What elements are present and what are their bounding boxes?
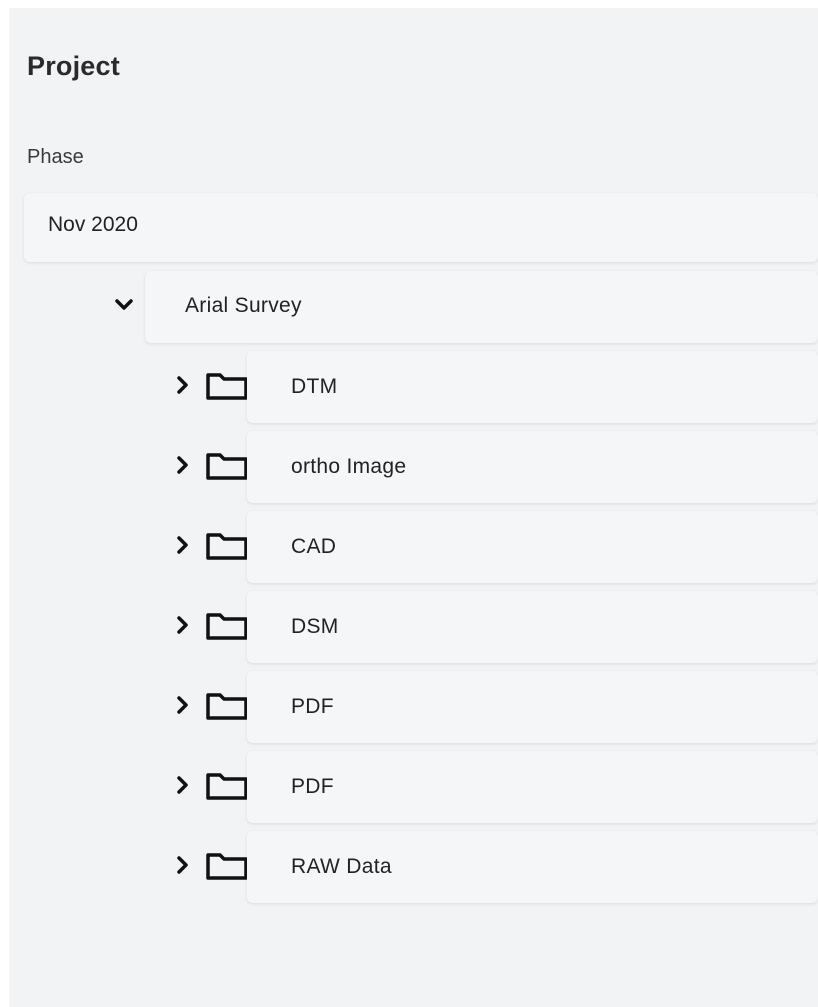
project-panel: Project Phase Nov 2020 Arial Survey DTM … bbox=[9, 8, 818, 1007]
folder-icon bbox=[206, 453, 248, 480]
folder-row[interactable]: PDF bbox=[9, 751, 818, 823]
tree-item-label-box[interactable]: Arial Survey bbox=[145, 271, 818, 343]
folder-label-box[interactable]: DTM bbox=[247, 351, 818, 423]
folder-icon bbox=[206, 773, 248, 800]
folder-label-box[interactable]: ortho Image bbox=[247, 431, 818, 503]
folder-label-box[interactable]: DSM bbox=[247, 591, 818, 663]
chevron-right-icon[interactable] bbox=[173, 694, 193, 716]
chevron-right-icon[interactable] bbox=[173, 534, 193, 556]
folder-row[interactable]: RAW Data bbox=[9, 831, 818, 903]
folder-icon bbox=[206, 613, 248, 640]
folder-row[interactable]: PDF bbox=[9, 671, 818, 743]
tree-item-label: Arial Survey bbox=[185, 294, 302, 317]
folder-row[interactable]: DTM bbox=[9, 351, 818, 423]
chevron-right-icon[interactable] bbox=[173, 854, 193, 876]
tree-item-arial-survey[interactable]: Arial Survey bbox=[9, 271, 818, 343]
folder-label: ortho Image bbox=[291, 455, 407, 478]
chevron-right-icon[interactable] bbox=[173, 774, 193, 796]
folder-icon bbox=[206, 693, 248, 720]
chevron-right-icon[interactable] bbox=[173, 454, 193, 476]
folder-label: PDF bbox=[291, 695, 334, 718]
folder-label: CAD bbox=[291, 535, 337, 558]
phase-value-text: Nov 2020 bbox=[48, 213, 138, 236]
folder-icon bbox=[206, 853, 248, 880]
folder-label: PDF bbox=[291, 775, 334, 798]
folder-row[interactable]: DSM bbox=[9, 591, 818, 663]
phase-label: Phase bbox=[27, 146, 84, 168]
folder-label-box[interactable]: CAD bbox=[247, 511, 818, 583]
folder-row[interactable]: CAD bbox=[9, 511, 818, 583]
folder-row[interactable]: ortho Image bbox=[9, 431, 818, 503]
folder-label: DTM bbox=[291, 375, 338, 398]
folder-label: RAW Data bbox=[291, 855, 392, 878]
folder-icon bbox=[206, 533, 248, 560]
folder-label: DSM bbox=[291, 615, 339, 638]
chevron-right-icon[interactable] bbox=[173, 374, 193, 396]
page-title: Project bbox=[27, 51, 120, 81]
folder-label-box[interactable]: PDF bbox=[247, 751, 818, 823]
folder-label-box[interactable]: RAW Data bbox=[247, 831, 818, 903]
chevron-right-icon[interactable] bbox=[173, 614, 193, 636]
folder-icon bbox=[206, 373, 248, 400]
chevron-down-icon[interactable] bbox=[113, 294, 135, 316]
phase-selector[interactable]: Nov 2020 bbox=[24, 193, 818, 262]
folder-label-box[interactable]: PDF bbox=[247, 671, 818, 743]
